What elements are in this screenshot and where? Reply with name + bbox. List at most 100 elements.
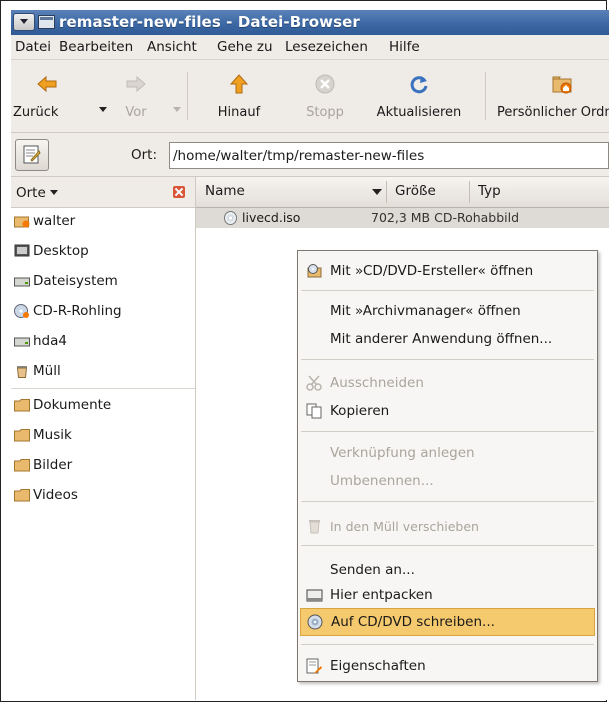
place-trash[interactable]: Müll xyxy=(11,360,195,384)
harddisk-icon xyxy=(14,337,30,347)
menu-item-open-with-other[interactable]: Mit anderer Anwendung öffnen... xyxy=(300,326,595,352)
menu-item-open-archive-manager[interactable]: Mit »Archivmanager« öffnen xyxy=(300,298,595,324)
up-label: Hinauf xyxy=(217,105,261,120)
bookmark-bilder[interactable]: Bilder xyxy=(11,454,195,478)
menu-item-label: Umbenennen... xyxy=(330,473,434,489)
menu-item-label: Ausschneiden xyxy=(330,375,424,391)
back-history-dropdown[interactable] xyxy=(99,107,107,112)
back-button[interactable]: Zurück xyxy=(11,60,83,132)
scissors-icon xyxy=(306,375,322,391)
up-button[interactable]: Hinauf xyxy=(207,60,271,132)
place-cdr-blank[interactable]: CD-R-Rohling xyxy=(11,300,195,324)
menu-item-label: Kopieren xyxy=(330,403,390,419)
file-browser-window: remaster-new-files - Datei-Browser Datei… xyxy=(11,10,609,700)
side-pane-header: Orte xyxy=(11,177,195,208)
location-path-input[interactable]: /home/walter/tmp/remaster-new-files xyxy=(169,142,609,169)
home-folder-icon xyxy=(552,76,572,94)
bookmark-label: Videos xyxy=(33,487,78,503)
window-menu-button[interactable] xyxy=(13,13,35,31)
place-filesystem[interactable]: Dateisystem xyxy=(11,270,195,294)
menu-bar: Datei Bearbeiten Ansicht Gehe zu Lesezei… xyxy=(11,35,609,60)
title-bar[interactable]: remaster-new-files - Datei-Browser xyxy=(11,10,609,35)
bookmark-musik[interactable]: Musik xyxy=(11,424,195,448)
burn-disc-icon xyxy=(307,614,323,630)
toolbar-separator xyxy=(187,72,188,120)
menu-item-label: Senden an... xyxy=(330,562,415,578)
menu-item-label: Verknüpfung anlegen xyxy=(330,445,475,461)
place-desktop[interactable]: Desktop xyxy=(11,240,195,264)
side-pane: Orte walter Desktop Dateisystem CD-R-Roh… xyxy=(11,177,196,700)
bookmark-label: Musik xyxy=(33,427,72,443)
column-name[interactable]: Name xyxy=(196,177,383,207)
place-label: Desktop xyxy=(33,243,89,259)
app-window-icon xyxy=(38,15,55,29)
stop-button[interactable]: Stopp xyxy=(297,60,353,132)
copy-icon xyxy=(306,403,322,419)
close-side-pane-icon[interactable] xyxy=(173,186,185,198)
menu-lesezeichen[interactable]: Lesezeichen xyxy=(285,39,368,55)
forward-button[interactable]: Vor xyxy=(111,60,161,132)
file-row[interactable]: livecd.iso 702,3 MB CD-Rohabbild xyxy=(196,208,609,228)
menu-item-burn-to-disc[interactable]: Auf CD/DVD schreiben... xyxy=(300,608,595,636)
menu-item-label: Mit »Archivmanager« öffnen xyxy=(330,303,521,319)
menu-item-label: Hier entpacken xyxy=(330,587,433,603)
home-folder-icon xyxy=(14,216,30,228)
menu-item-properties[interactable]: Eigenschaften xyxy=(300,653,595,679)
location-edit-toggle[interactable] xyxy=(15,139,49,171)
folder-icon xyxy=(14,399,30,412)
trash-icon xyxy=(309,520,320,534)
menu-bearbeiten[interactable]: Bearbeiten xyxy=(59,39,133,55)
menu-item-cut[interactable]: Ausschneiden xyxy=(300,370,595,396)
home-button[interactable]: Persönlicher Ordner xyxy=(491,60,609,132)
column-type-label: Typ xyxy=(478,183,501,199)
menu-item-make-link[interactable]: Verknüpfung anlegen xyxy=(300,440,595,466)
file-name: livecd.iso xyxy=(242,210,301,225)
menu-item-send-to[interactable]: Senden an... xyxy=(300,557,595,583)
reload-icon xyxy=(410,76,428,94)
column-name-label: Name xyxy=(205,183,245,199)
location-label: Ort: xyxy=(131,147,158,163)
window-title: remaster-new-files - Datei-Browser xyxy=(59,13,360,31)
column-size-label: Größe xyxy=(395,183,436,199)
reload-button[interactable]: Aktualisieren xyxy=(367,60,471,132)
home-label: Persönlicher Ordner xyxy=(497,105,609,120)
menu-hilfe[interactable]: Hilfe xyxy=(389,39,420,55)
menu-separator xyxy=(301,431,594,432)
side-pane-type-select[interactable]: Orte xyxy=(16,185,58,201)
bookmark-label: Bilder xyxy=(33,457,73,473)
place-walter[interactable]: walter xyxy=(11,210,195,234)
place-label: hda4 xyxy=(33,333,67,349)
location-bar: Ort: /home/walter/tmp/remaster-new-files xyxy=(11,133,609,177)
trash-icon xyxy=(16,366,28,378)
menu-ansicht[interactable]: Ansicht xyxy=(147,39,197,55)
menu-item-copy[interactable]: Kopieren xyxy=(300,398,595,424)
menu-gehe-zu[interactable]: Gehe zu xyxy=(217,39,273,55)
menu-item-move-to-trash[interactable]: In den Müll verschieben xyxy=(300,513,595,539)
menu-item-label: In den Müll verschieben xyxy=(330,519,479,534)
places-divider xyxy=(11,388,195,389)
place-label: Dateisystem xyxy=(33,273,118,289)
forward-history-dropdown[interactable] xyxy=(173,107,181,112)
menu-item-extract-here[interactable]: Hier entpacken xyxy=(300,582,595,608)
bookmark-dokumente[interactable]: Dokumente xyxy=(11,394,195,418)
cd-creator-icon xyxy=(307,264,322,278)
menu-item-open-cd-creator[interactable]: Mit »CD/DVD-Ersteller« öffnen xyxy=(300,258,595,284)
side-pane-type-label: Orte xyxy=(16,185,46,201)
toolbar-separator xyxy=(485,72,486,120)
disc-image-icon xyxy=(224,211,237,225)
column-type[interactable]: Typ xyxy=(470,177,609,207)
menu-item-rename[interactable]: Umbenennen... xyxy=(300,468,595,494)
stop-label: Stopp xyxy=(306,105,344,120)
column-size[interactable]: Größe xyxy=(387,177,467,207)
folder-icon xyxy=(14,489,30,502)
stop-icon xyxy=(315,74,335,94)
menu-datei[interactable]: Datei xyxy=(15,39,51,55)
up-arrow-icon xyxy=(229,74,249,94)
bookmark-videos[interactable]: Videos xyxy=(11,484,195,508)
column-header: Name Größe Typ xyxy=(196,177,609,208)
folder-icon xyxy=(14,459,30,472)
desktop-icon xyxy=(14,244,30,257)
place-hda4[interactable]: hda4 xyxy=(11,330,195,354)
menu-separator xyxy=(301,545,594,546)
forward-arrow-icon xyxy=(126,75,146,93)
